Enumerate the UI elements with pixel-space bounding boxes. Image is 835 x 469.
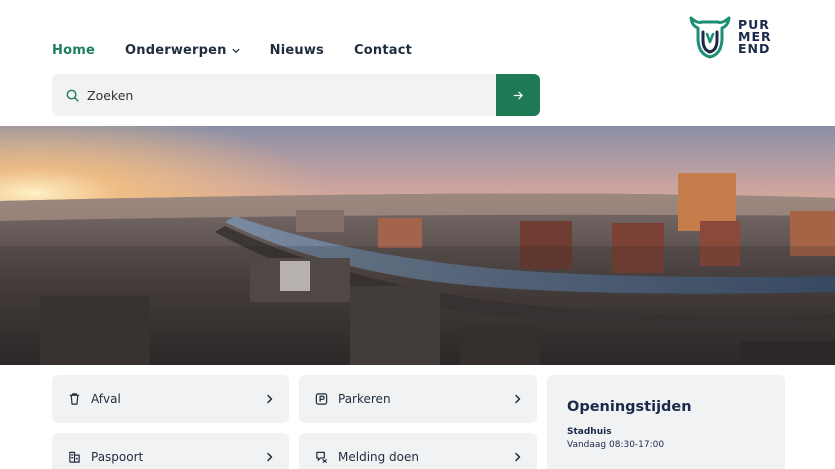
chevron-right-icon	[515, 452, 521, 462]
search-form	[52, 74, 540, 116]
quick-link-paspoort-label: Paspoort	[91, 450, 144, 464]
search-input[interactable]	[87, 87, 467, 103]
logo-wordmark: PUR MER END	[738, 18, 772, 56]
passport-icon	[69, 451, 80, 463]
quick-link-parkeren-label: Parkeren	[338, 392, 391, 406]
quick-link-afval[interactable]: Afval	[52, 375, 289, 423]
nav-home-label: Home	[52, 43, 95, 58]
nav-onderwerpen[interactable]: Onderwerpen	[125, 43, 240, 58]
trash-icon	[69, 393, 80, 405]
chevron-down-icon	[232, 48, 240, 53]
quick-link-afval-label: Afval	[91, 392, 121, 406]
nav-contact[interactable]: Contact	[354, 43, 412, 58]
chevron-right-icon	[267, 394, 273, 404]
chevron-right-icon	[515, 394, 521, 404]
hero-image	[0, 126, 835, 365]
quick-link-parkeren[interactable]: Parkeren	[299, 375, 537, 423]
nav-nieuws-label: Nieuws	[269, 43, 324, 58]
opening-hours-card: Openingstijden Stadhuis Vandaag 08:30-17…	[547, 375, 785, 469]
opening-hours-title: Openingstijden	[567, 399, 692, 415]
main-nav: Home Onderwerpen Nieuws Contact	[52, 43, 412, 58]
nav-contact-label: Contact	[354, 43, 413, 58]
search-icon	[66, 89, 79, 102]
quick-link-melding-doen[interactable]: Melding doen	[299, 433, 537, 469]
search-submit-button[interactable]	[496, 74, 540, 116]
chevron-right-icon	[267, 452, 273, 462]
purmerend-logo[interactable]: PUR MER END	[688, 14, 772, 60]
quick-link-melding-doen-label: Melding doen	[338, 450, 420, 464]
arrow-right-icon	[513, 91, 523, 99]
search-box[interactable]	[52, 74, 496, 116]
nav-home[interactable]: Home	[52, 43, 95, 58]
nav-nieuws[interactable]: Nieuws	[270, 43, 324, 58]
cow-head-logo-icon	[689, 16, 731, 59]
nav-onderwerpen-label: Onderwerpen	[124, 43, 227, 58]
quick-link-paspoort[interactable]: Paspoort	[52, 433, 289, 469]
logo-line-3: END	[738, 41, 771, 56]
opening-hours-location: Stadhuis	[567, 427, 612, 437]
report-icon	[316, 451, 327, 464]
parking-icon	[315, 393, 328, 405]
opening-hours-today: Vandaag 08:30-17:00	[567, 440, 665, 450]
